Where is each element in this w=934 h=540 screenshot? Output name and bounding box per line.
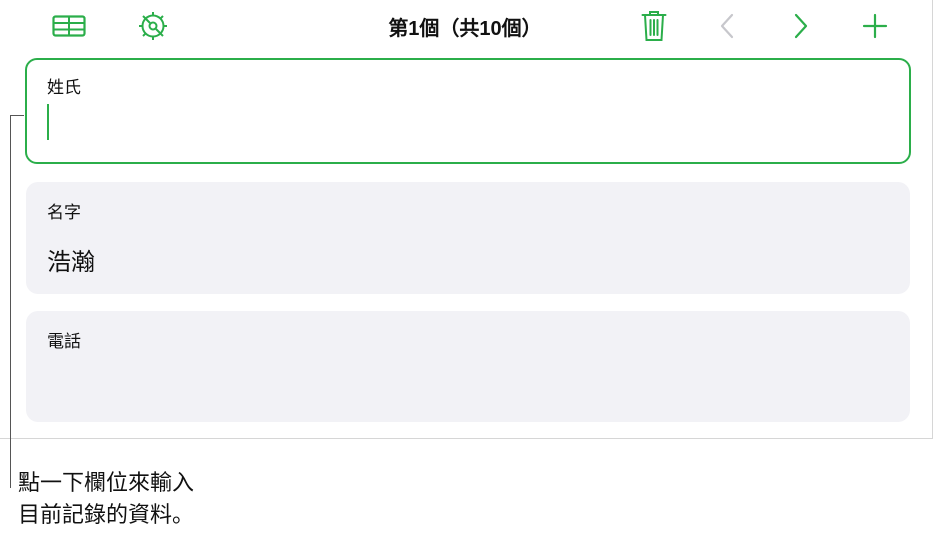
first-name-field[interactable]: 名字 浩瀚	[26, 182, 910, 294]
field-value[interactable]: 浩瀚	[47, 242, 95, 277]
field-label: 名字	[47, 203, 81, 222]
previous-record-button[interactable]	[712, 8, 742, 44]
callout-line-1: 點一下欄位來輸入	[18, 470, 195, 495]
field-label: 電話	[47, 332, 81, 351]
chevron-left-icon	[720, 13, 734, 39]
trash-icon	[641, 11, 667, 41]
text-cursor	[47, 104, 49, 140]
table-view-button[interactable]	[48, 8, 90, 44]
callout-text: 點一下欄位來輸入 目前記錄的資料。	[18, 467, 194, 531]
callout-leader-line	[10, 115, 24, 488]
last-name-field[interactable]: 姓氏	[25, 58, 911, 164]
add-record-button[interactable]	[858, 8, 892, 44]
callout-line-2: 目前記錄的資料。	[18, 502, 195, 527]
record-position-title: 第1個（共10個）	[388, 18, 542, 40]
chevron-right-icon	[794, 13, 808, 39]
plus-icon	[862, 13, 888, 39]
settings-gear-icon	[139, 12, 167, 40]
record-form-panel: 第1個（共10個） 姓氏 名字 浩瀚 電話	[0, 0, 933, 439]
next-record-button[interactable]	[786, 8, 816, 44]
delete-record-button[interactable]	[637, 8, 671, 44]
table-icon	[52, 15, 86, 37]
settings-button[interactable]	[134, 8, 172, 44]
field-label: 姓氏	[47, 78, 81, 97]
phone-field[interactable]: 電話	[26, 311, 910, 422]
